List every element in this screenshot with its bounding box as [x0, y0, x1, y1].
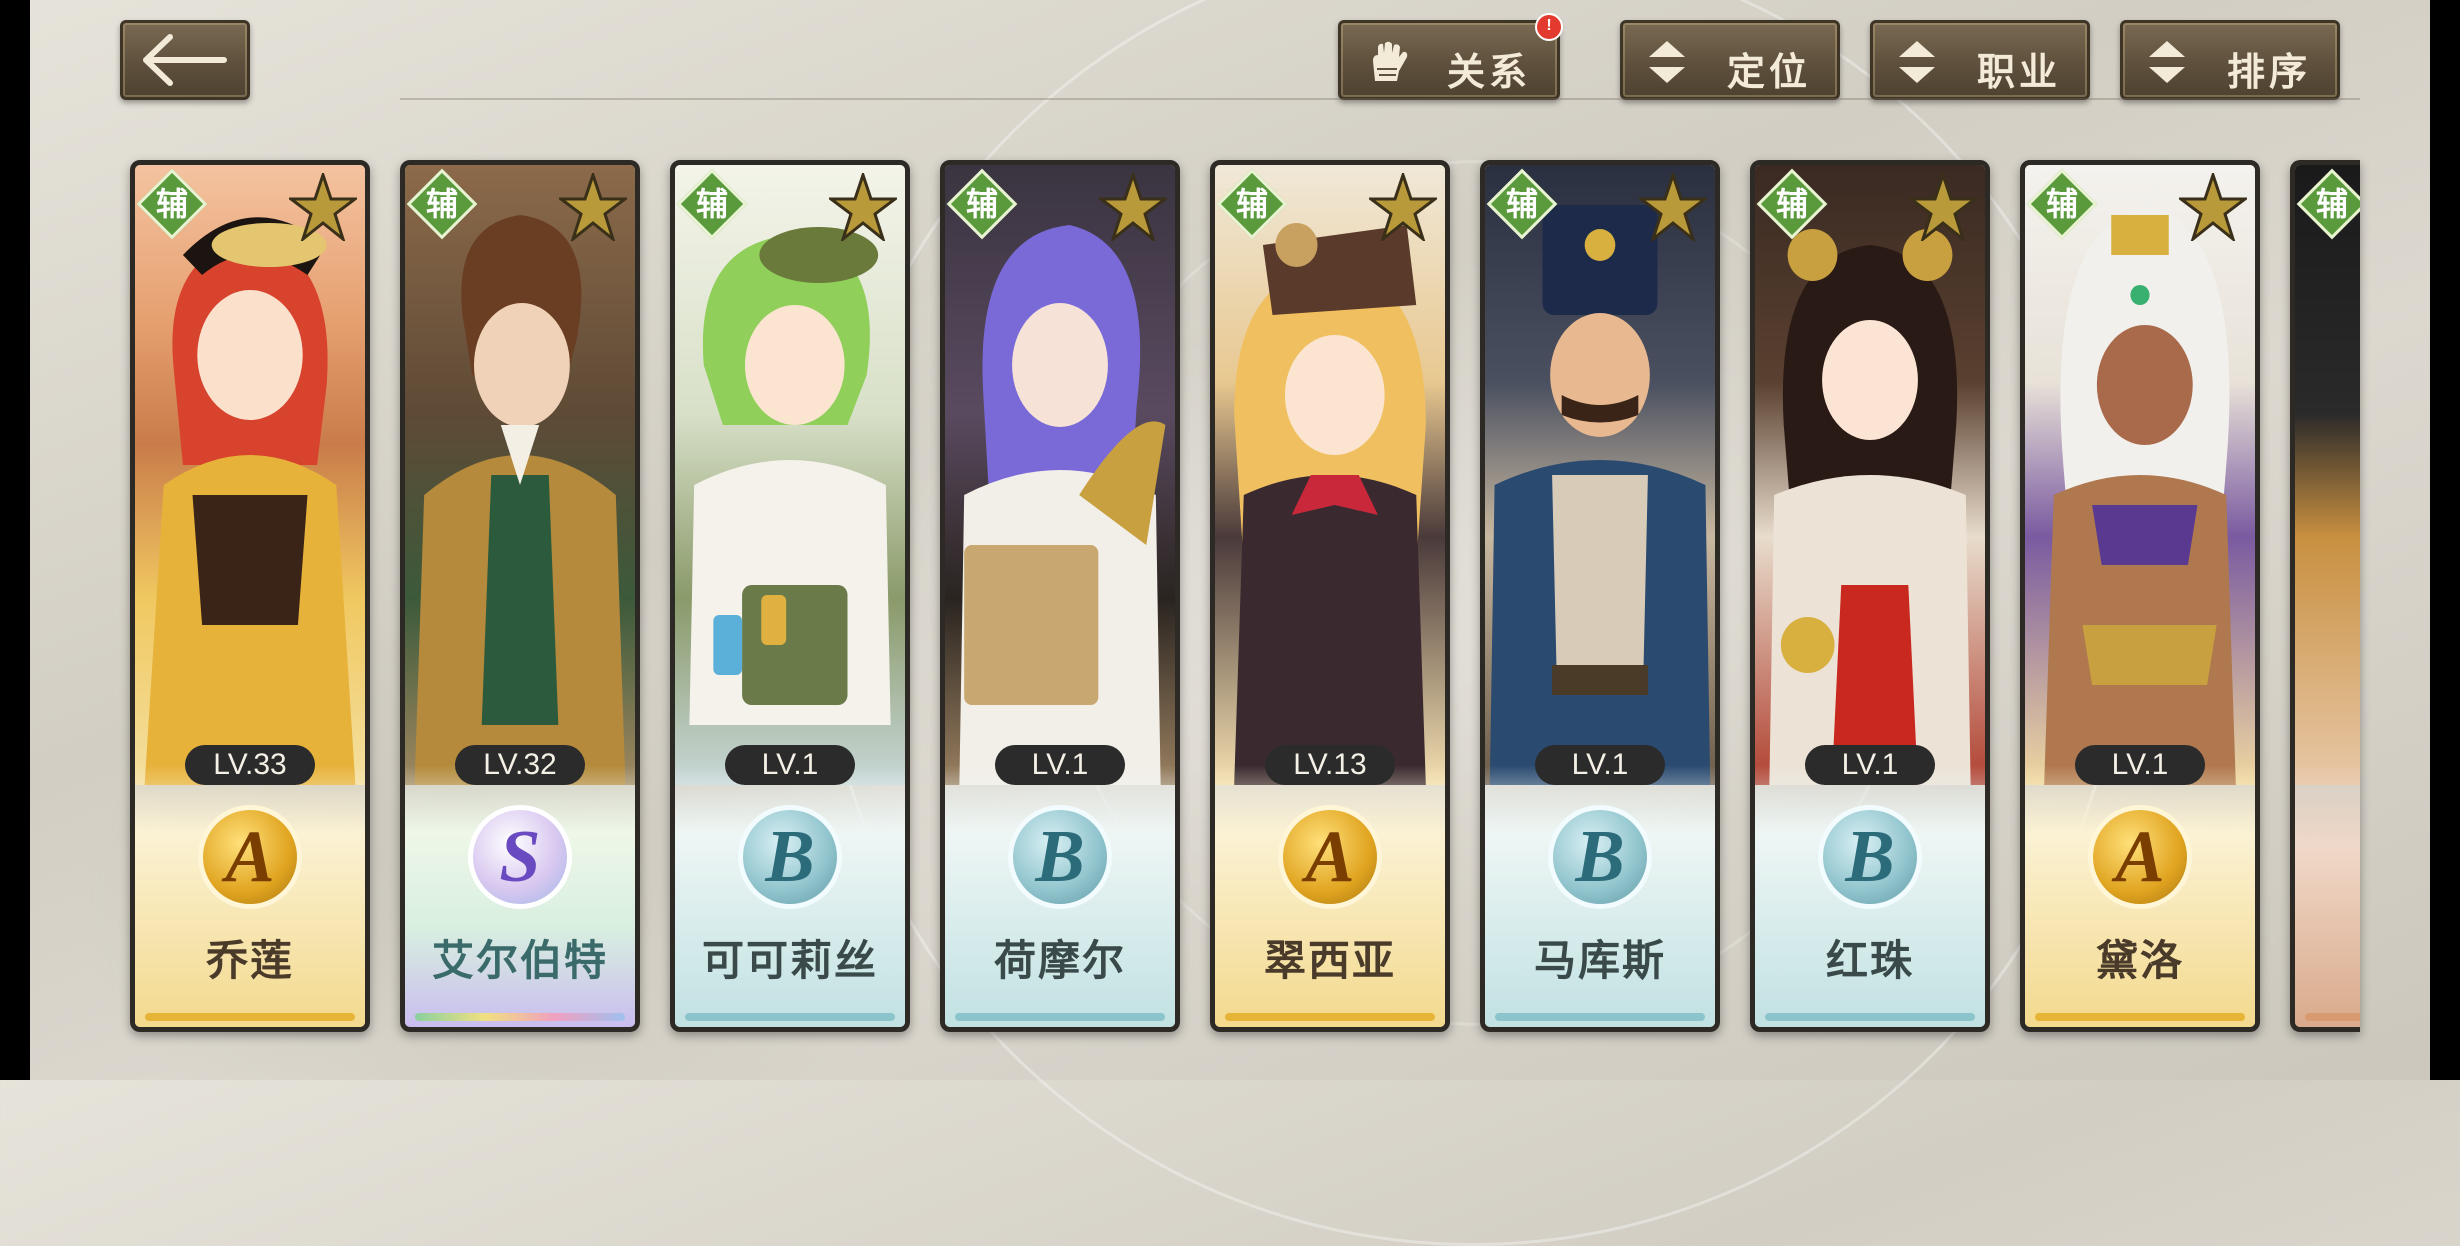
level-label: LV.1 [2075, 745, 2205, 785]
character-name: 黛洛 [2095, 939, 2184, 985]
role-label: 辅 [2045, 186, 2078, 222]
rarity-bar [1765, 1013, 1975, 1021]
star-icon [1639, 173, 1707, 241]
grade-badge: A [1278, 805, 1382, 909]
character-card-partial[interactable]: 辅 [2290, 160, 2360, 1032]
role-label: 辅 [695, 186, 728, 222]
character-portrait [405, 165, 635, 785]
rarity-bar [955, 1013, 1165, 1021]
level-label: LV.1 [1535, 745, 1665, 785]
notification-badge: ! [1535, 13, 1563, 41]
character-illustration [2044, 205, 2236, 785]
character-portrait [1755, 165, 1985, 785]
glove-icon [1373, 41, 1408, 81]
right-edge [2430, 0, 2460, 1080]
character-illustration [689, 227, 891, 725]
character-portrait [1215, 165, 1445, 785]
character-portrait [945, 165, 1175, 785]
sort-button[interactable]: 排序 [2120, 20, 2340, 100]
grade-badge: A [2088, 805, 2192, 909]
rarity-bar [145, 1013, 355, 1021]
character-card[interactable]: 辅 LV.1 B 荷摩尔 [940, 160, 1180, 1032]
character-portrait [1485, 165, 1715, 785]
character-illustration [1234, 223, 1426, 785]
character-card[interactable]: 辅 LV.13 A 翠西亚 [1210, 160, 1450, 1032]
star-icon [1909, 173, 1977, 241]
grade-badge: B [738, 805, 842, 909]
rarity-bar [1225, 1013, 1435, 1021]
rarity-bar [2035, 1013, 2245, 1021]
class-filter-label: 职业 [1976, 52, 2061, 94]
role-label: 辅 [965, 186, 998, 222]
character-card[interactable]: 辅 LV.1 B 红珠 [1750, 160, 1990, 1032]
class-filter-button[interactable]: 职业 [1870, 20, 2090, 100]
header-divider [400, 98, 2360, 100]
relation-filter-label: 关系 [1446, 52, 1531, 94]
character-name: 乔莲 [205, 939, 294, 985]
role-label: 辅 [1775, 186, 1808, 222]
character-card[interactable]: 辅 LV.1 B 可可莉丝 [670, 160, 910, 1032]
rarity-bar [2305, 1013, 2360, 1021]
rarity-bar [685, 1013, 895, 1021]
sort-arrows-icon [1899, 41, 1935, 83]
back-button[interactable] [120, 20, 250, 100]
back-arrow-icon [143, 34, 227, 86]
character-card[interactable]: 辅 LV.32 S 艾尔伯特 [400, 160, 640, 1032]
character-name: 马库斯 [1533, 939, 1666, 985]
grade-badge: A [198, 805, 302, 909]
level-label: LV.1 [1805, 745, 1935, 785]
character-illustration [1489, 205, 1711, 785]
character-card[interactable]: 辅 LV.1 A 黛洛 [2020, 160, 2260, 1032]
character-card[interactable]: 辅 LV.33 A 乔莲 [130, 160, 370, 1032]
grade-badge: B [1548, 805, 1652, 909]
grade-badge: B [1008, 805, 1112, 909]
character-illustration [414, 215, 626, 785]
character-name: 可可莉丝 [701, 939, 878, 985]
level-label: LV.32 [455, 745, 585, 785]
role-label: 辅 [1235, 186, 1268, 222]
rarity-bar [1495, 1013, 1705, 1021]
star-icon [1099, 173, 1167, 241]
level-label: LV.13 [1265, 745, 1395, 785]
character-portrait [675, 165, 905, 785]
grade-badge: B [1818, 805, 1922, 909]
relation-filter-button[interactable]: 关系 ! [1338, 13, 1563, 100]
character-illustration [144, 217, 356, 785]
position-filter-button[interactable]: 定位 [1620, 20, 1840, 100]
character-card[interactable]: 辅 LV.1 B 马库斯 [1480, 160, 1720, 1032]
level-label: LV.33 [185, 745, 315, 785]
star-icon [2179, 173, 2247, 241]
character-name: 红珠 [1825, 939, 1914, 985]
character-name: 艾尔伯特 [431, 939, 608, 985]
role-label: 辅 [155, 186, 188, 222]
level-label: LV.1 [995, 745, 1125, 785]
rarity-bar [415, 1013, 625, 1021]
character-name: 荷摩尔 [993, 939, 1126, 985]
sort-arrows-icon [2149, 41, 2185, 83]
role-label: 辅 [425, 186, 458, 222]
character-name: 翠西亚 [1263, 939, 1396, 985]
star-icon [289, 173, 357, 241]
level-label: LV.1 [725, 745, 855, 785]
sort-arrows-icon [1649, 41, 1685, 83]
character-portrait [2295, 165, 2360, 785]
character-portrait [2025, 165, 2255, 785]
left-edge [0, 0, 30, 1080]
role-label: 辅 [1505, 186, 1538, 222]
grade-badge: S [468, 805, 572, 909]
card-bottom [2295, 765, 2360, 1027]
character-portrait [135, 165, 365, 785]
character-illustration [959, 225, 1166, 785]
character-illustration [1769, 229, 1971, 785]
star-icon [1369, 173, 1437, 241]
position-filter-label: 定位 [1726, 52, 1811, 94]
star-icon [829, 173, 897, 241]
sort-label: 排序 [2226, 52, 2311, 94]
star-icon [559, 173, 627, 241]
role-label: 辅 [2315, 186, 2348, 222]
